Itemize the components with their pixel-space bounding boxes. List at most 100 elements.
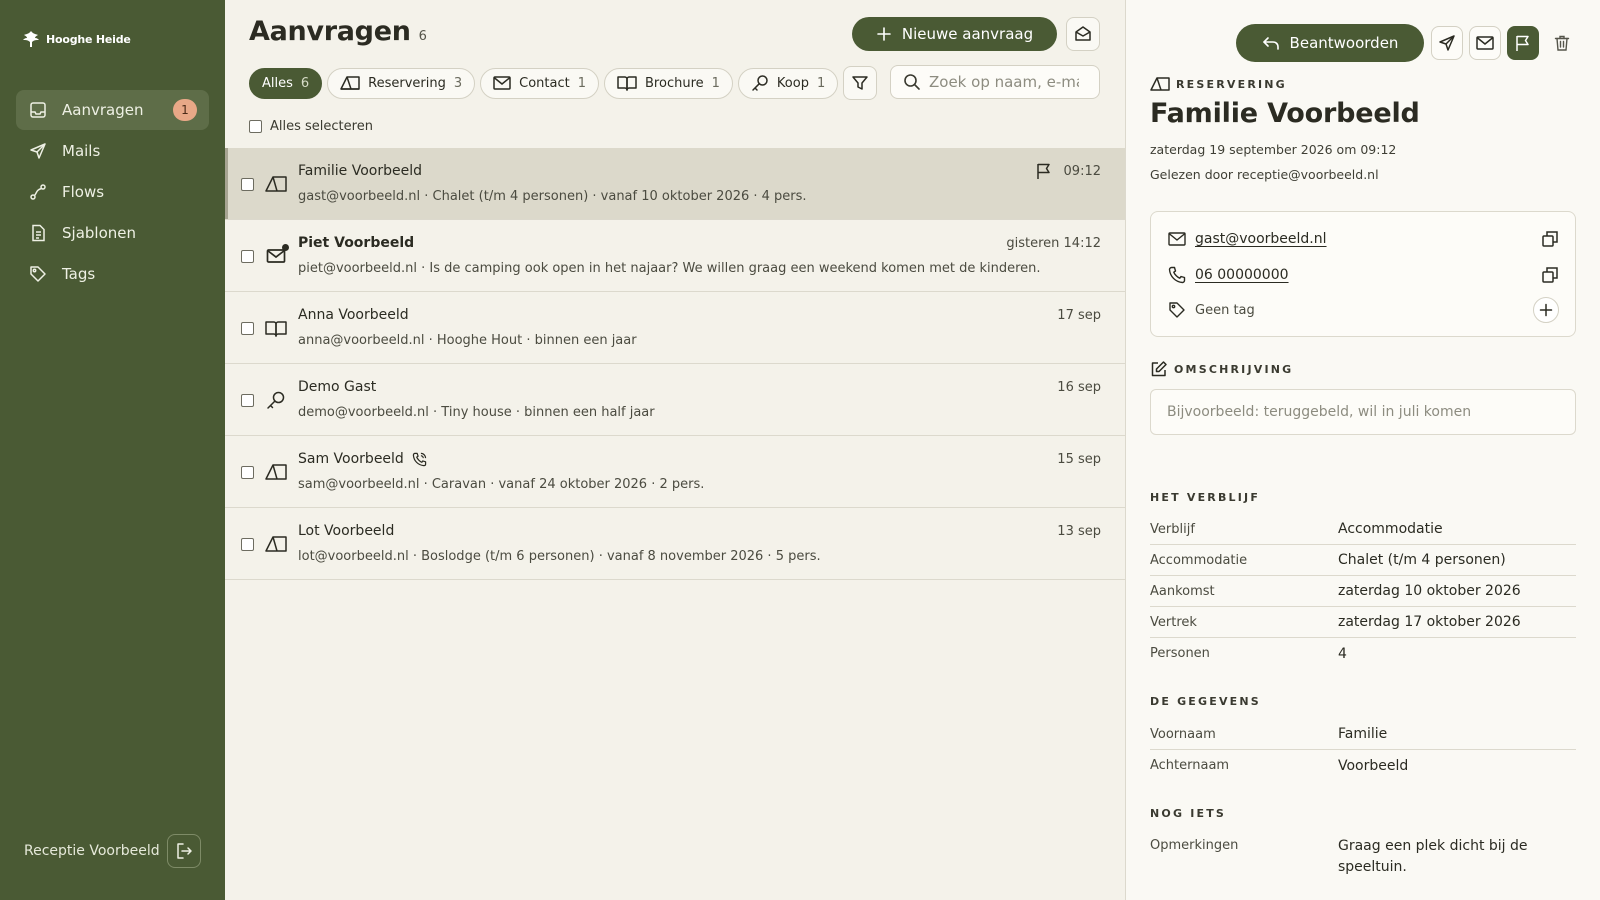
- filter-chip-reservering[interactable]: Reservering 3: [327, 67, 476, 99]
- book-icon: [265, 317, 287, 339]
- row-checkbox[interactable]: [241, 538, 254, 551]
- user-name: Receptie Voorbeeld: [24, 843, 160, 859]
- key-icon: [265, 389, 287, 411]
- phone-link[interactable]: 06 00000000: [1195, 267, 1289, 283]
- filter-chip-alles[interactable]: Alles 6: [249, 67, 323, 99]
- email-link[interactable]: gast@voorbeeld.nl: [1195, 231, 1327, 247]
- select-all-checkbox[interactable]: [249, 120, 262, 133]
- flag-button[interactable]: [1507, 26, 1539, 60]
- sidebar-nav: Aanvragen 1 Mails Flows Sjablonen Tags: [16, 90, 209, 295]
- detail-value: Familie: [1338, 726, 1388, 742]
- filter-label: Alles: [262, 75, 293, 91]
- reply-button[interactable]: Beantwoorden: [1236, 24, 1424, 62]
- phone-icon: [1167, 265, 1187, 285]
- row-name: Sam Voorbeeld: [298, 451, 427, 467]
- row-checkbox[interactable]: [241, 466, 254, 479]
- filter-chips: Alles 6 Reservering 3 Contact 1 Brochure…: [249, 66, 878, 100]
- detail-row: Achternaam Voorbeeld: [1150, 750, 1576, 781]
- table-row[interactable]: Piet Voorbeeld piet@voorbeeld.nl · Is de…: [225, 220, 1125, 292]
- row-name: Anna Voorbeeld: [298, 307, 409, 323]
- data-section-label: DE GEGEVENS: [1150, 695, 1261, 708]
- brand-logo[interactable]: Hooghe Heide: [22, 30, 131, 48]
- brand-name: Hooghe Heide: [46, 32, 131, 46]
- search-box: [890, 65, 1100, 99]
- mark-read-button[interactable]: [1066, 17, 1100, 51]
- filter-chip-contact[interactable]: Contact 1: [480, 67, 600, 99]
- select-all: Alles selecteren: [249, 119, 373, 134]
- sidebar-item-tags[interactable]: Tags: [16, 254, 209, 294]
- sidebar-item-sjablonen[interactable]: Sjablonen: [16, 213, 209, 253]
- sidebar-item-label: Flows: [62, 183, 105, 201]
- stay-section-label: HET VERBLIJF: [1150, 491, 1261, 504]
- forward-button[interactable]: [1431, 26, 1463, 60]
- description-label-text: OMSCHRIJVING: [1174, 362, 1294, 376]
- row-time: 13 sep: [1057, 524, 1101, 539]
- flag-icon[interactable]: [1035, 162, 1053, 180]
- detail-key: Achternaam: [1150, 758, 1230, 773]
- logout-button[interactable]: [167, 834, 201, 868]
- row-checkbox[interactable]: [241, 178, 254, 191]
- tent-icon: [340, 75, 360, 91]
- sidebar-item-aanvragen[interactable]: Aanvragen 1: [16, 90, 209, 130]
- detail-value: 4: [1338, 645, 1347, 662]
- row-time: gisteren 14:12: [1006, 236, 1101, 251]
- detail-value: zaterdag 17 oktober 2026: [1338, 614, 1521, 630]
- plus-icon: [876, 26, 892, 42]
- detail-value: Voorbeeld: [1338, 757, 1409, 774]
- list-header: Aanvragen 6: [249, 16, 427, 47]
- row-snippet: piet@voorbeeld.nl · Is de camping ook op…: [298, 261, 1041, 276]
- filter-label: Brochure: [645, 75, 704, 91]
- copy-icon[interactable]: [1541, 230, 1559, 248]
- delete-button[interactable]: [1551, 32, 1573, 54]
- filter-chip-brochure[interactable]: Brochure 1: [604, 67, 733, 99]
- detail-row: Accommodatie Chalet (t/m 4 personen): [1150, 545, 1576, 576]
- tent-icon: [265, 173, 287, 195]
- add-tag-button[interactable]: [1533, 297, 1559, 323]
- sidebar-item-flows[interactable]: Flows: [16, 172, 209, 212]
- inbox-icon: [28, 100, 48, 120]
- reply-arrow-icon: [1262, 34, 1280, 52]
- row-checkbox[interactable]: [241, 394, 254, 407]
- row-name: Piet Voorbeeld: [298, 235, 414, 251]
- row-checkbox[interactable]: [241, 250, 254, 263]
- tag-value: Geen tag: [1195, 302, 1255, 318]
- received-date: zaterdag 19 september 2026 om 09:12: [1150, 142, 1397, 157]
- row-name-text: Demo Gast: [298, 379, 377, 395]
- description-input[interactable]: [1150, 389, 1576, 435]
- filter-count: 1: [711, 75, 720, 91]
- filter-label: Contact: [519, 75, 570, 91]
- sidebar-item-mails[interactable]: Mails: [16, 131, 209, 171]
- mark-unread-button[interactable]: [1469, 26, 1501, 60]
- table-row[interactable]: Sam Voorbeeld sam@voorbeeld.nl · Caravan…: [225, 436, 1125, 508]
- table-row[interactable]: Lot Voorbeeld lot@voorbeeld.nl · Boslodg…: [225, 508, 1125, 580]
- tent-icon: [265, 461, 287, 483]
- extra-section-label: NOG IETS: [1150, 807, 1227, 820]
- row-name: Lot Voorbeeld: [298, 523, 394, 539]
- advanced-filter-button[interactable]: [843, 66, 878, 100]
- row-time: 17 sep: [1057, 308, 1101, 323]
- table-row[interactable]: Demo Gast demo@voorbeeld.nl · Tiny house…: [225, 364, 1125, 436]
- new-request-button[interactable]: Nieuwe aanvraag: [852, 17, 1057, 51]
- row-name-text: Anna Voorbeeld: [298, 307, 409, 323]
- copy-icon[interactable]: [1541, 266, 1559, 284]
- detail-value: zaterdag 10 oktober 2026: [1338, 583, 1521, 599]
- row-name: Familie Voorbeeld: [298, 163, 422, 179]
- row-checkbox[interactable]: [241, 322, 254, 335]
- request-list-panel: Aanvragen 6 Nieuwe aanvraag Alles 6 Rese…: [225, 0, 1125, 900]
- detail-key: Vertrek: [1150, 614, 1197, 630]
- new-request-label: Nieuwe aanvraag: [901, 25, 1034, 43]
- flag-icon: [1514, 34, 1532, 52]
- filter-chip-koop[interactable]: Koop 1: [737, 67, 839, 99]
- sidebar: Hooghe Heide Aanvragen 1 Mails Flows Sja…: [0, 0, 225, 900]
- filter-label: Reservering: [368, 75, 446, 91]
- table-row[interactable]: Familie Voorbeeld gast@voorbeeld.nl · Ch…: [225, 148, 1125, 220]
- table-row[interactable]: Anna Voorbeeld anna@voorbeeld.nl · Hoogh…: [225, 292, 1125, 364]
- read-by: Gelezen door receptie@voorbeeld.nl: [1150, 167, 1379, 182]
- detail-row: Personen 4: [1150, 638, 1576, 669]
- tag-row: Geen tag: [1167, 296, 1559, 324]
- request-type-text: RESERVERING: [1176, 77, 1287, 91]
- tent-icon: [265, 533, 287, 555]
- mail-icon: [493, 76, 511, 90]
- search-input[interactable]: [929, 73, 1079, 91]
- send-icon: [1438, 34, 1456, 52]
